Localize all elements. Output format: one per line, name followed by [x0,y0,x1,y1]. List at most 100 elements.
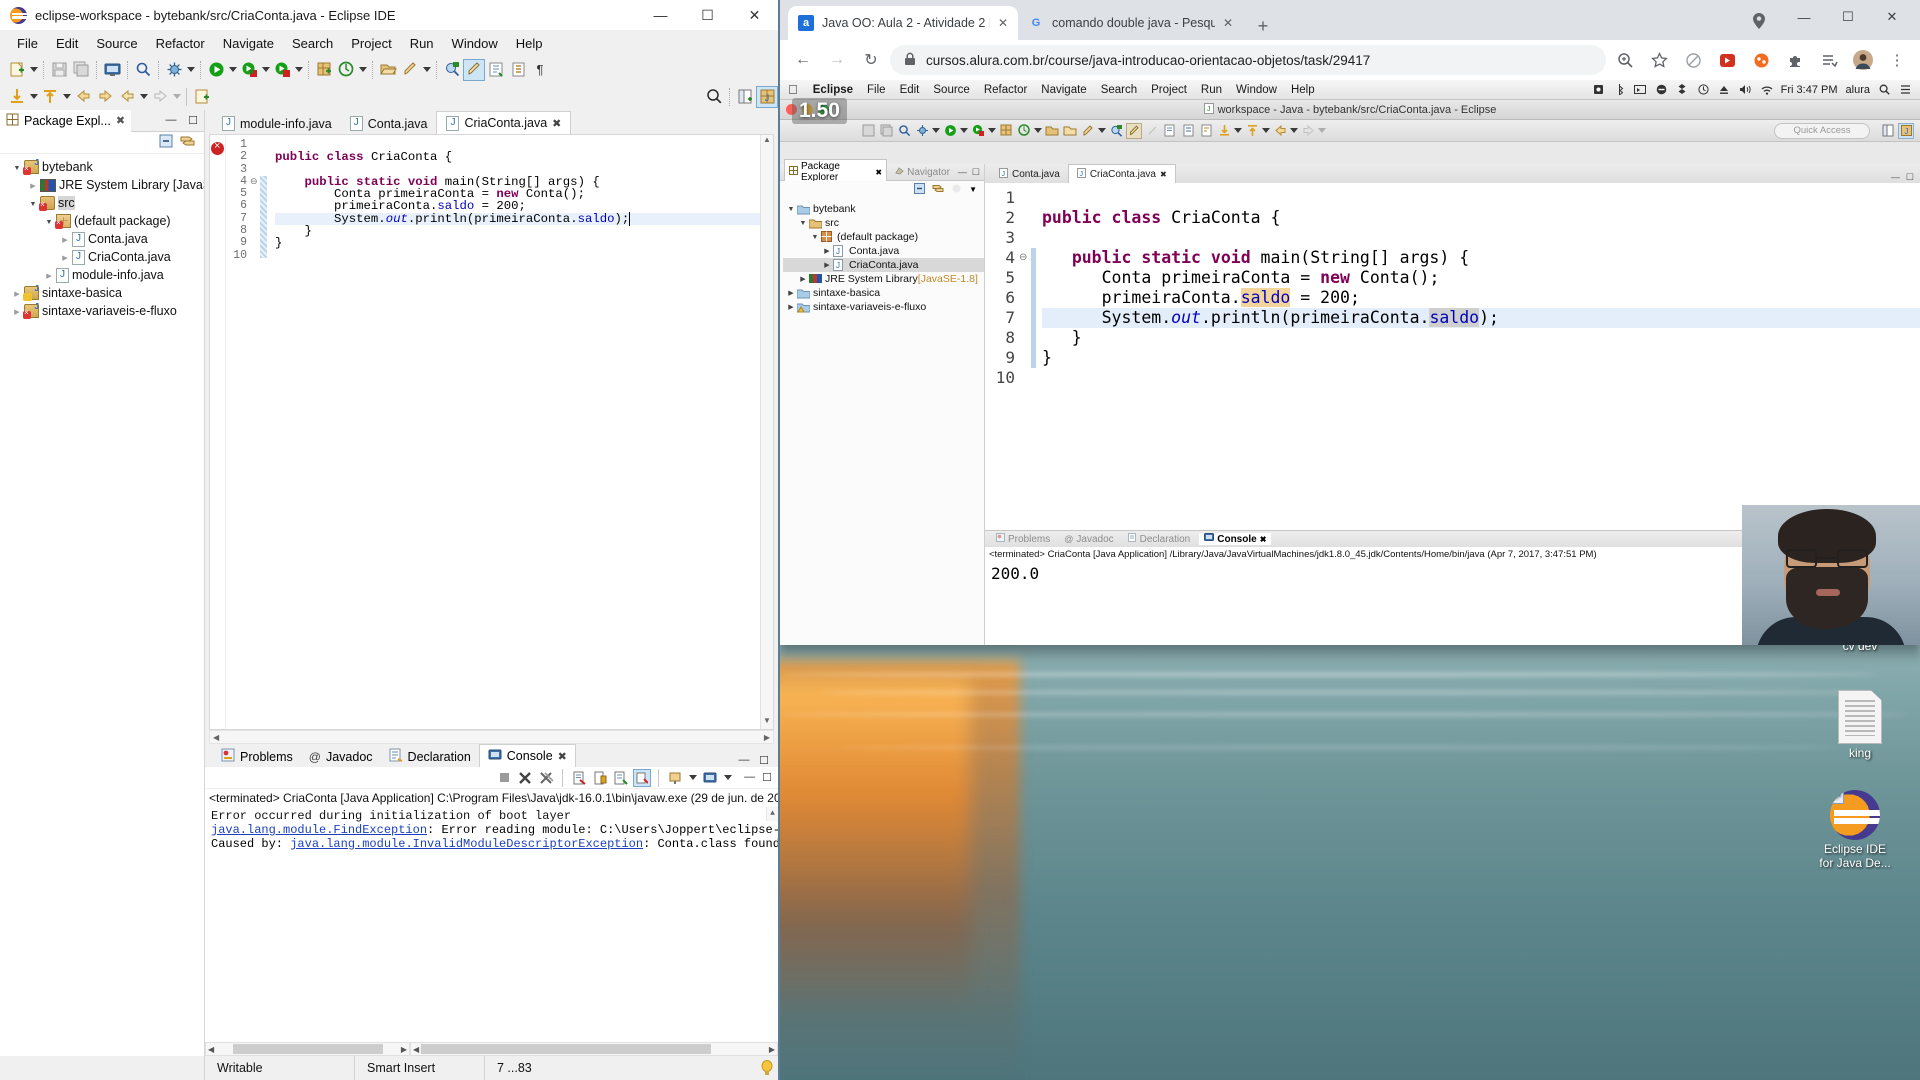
console-output[interactable]: Error occurred during initialization of … [205,807,778,1042]
chevron-right-icon[interactable] [821,261,833,269]
chevron-right-icon[interactable] [58,252,72,262]
scroll-right-icon[interactable]: ▶ [401,1045,407,1054]
menu-item-help[interactable]: Help [507,33,552,54]
mac-menu-source[interactable]: Source [926,84,976,96]
video-tab-criaconta-java[interactable]: J CriaConta.java ✖ [1067,164,1176,183]
eject-icon[interactable] [1718,83,1731,96]
webcam-overlay[interactable] [1742,505,1920,645]
tree-item-bytebank[interactable]: bytebank [0,158,204,176]
scroll-right-icon[interactable]: ▶ [769,1045,775,1054]
run-coverage-dropdown-icon[interactable] [293,59,304,81]
debug-dropdown-icon[interactable] [932,124,940,138]
chevron-right-icon[interactable] [785,289,797,297]
close-icon[interactable]: ✕ [1223,16,1233,30]
pin-console-dropdown-icon[interactable] [687,767,698,789]
notification-center-icon[interactable] [1899,83,1912,96]
new-package-icon[interactable] [998,123,1014,139]
run-external-dropdown-icon[interactable] [260,59,271,81]
mac-menu-project[interactable]: Project [1144,84,1194,96]
desktop-icon-eclipse-ide[interactable]: ↗ Eclipse IDE for Java De... [1800,790,1910,871]
next-annotation-icon[interactable] [485,59,507,81]
collapse-all-icon[interactable] [159,134,173,151]
package-explorer-tree[interactable]: bytebank JRE System Library [JavaS src (… [0,154,204,1056]
video-tab-navigator[interactable]: Navigator [891,165,954,179]
next-edit-icon[interactable] [149,86,171,108]
video-tree-item-criaconta-java[interactable]: J CriaConta.java [783,258,984,272]
close-icon[interactable]: ✖ [552,117,561,130]
tab-console[interactable]: Console ✖ [478,744,576,767]
run-external-tools-icon[interactable] [238,59,260,81]
forward-button[interactable]: → [822,45,852,75]
toggle-block-selection-icon[interactable] [507,59,529,81]
tree-item-src[interactable]: src [0,194,204,212]
quick-access-input[interactable]: Quick Access [1774,122,1870,139]
chevron-right-icon[interactable] [42,270,56,280]
folding-ruler[interactable]: ⊖ [250,135,260,729]
tab-javadoc[interactable]: @ Javadoc [301,746,381,767]
chevron-down-icon[interactable] [10,162,24,172]
chrome-menu-icon[interactable]: ⋮ [1882,45,1912,75]
tree-item-jre-system-library[interactable]: JRE System Library [JavaS [0,176,204,194]
stacktrace-link[interactable]: java.lang.module.FindException [211,823,427,837]
run-icon[interactable] [942,123,958,139]
step-into-icon[interactable] [6,86,28,108]
volume-icon[interactable] [1739,83,1752,96]
scroll-left-icon[interactable]: ◀ [213,733,219,742]
tab-conta-java[interactable]: Conta.java [340,113,437,134]
mac-menu-search[interactable]: Search [1094,84,1144,96]
step-into-dropdown-icon[interactable] [1234,124,1242,138]
fold-collapse-icon[interactable]: ⊖ [250,176,260,188]
window-titlebar[interactable]: eclipse-workspace - bytebank/src/CriaCon… [0,0,778,30]
step-into-dropdown-icon[interactable] [28,86,39,108]
chevron-right-icon[interactable] [10,288,24,298]
spotlight-search-icon[interactable] [1878,83,1891,96]
video-tab-problems[interactable]: Problems [991,533,1055,545]
stacktrace-link[interactable]: java.lang.module.InvalidModuleDescriptor… [290,837,643,851]
open-type-icon[interactable] [377,59,399,81]
forward-navigation-dropdown-icon[interactable] [1318,124,1326,138]
fold-collapse-icon[interactable]: ⊖ [1019,248,1031,268]
extension-puzzle-icon[interactable] [1780,45,1810,75]
scroll-up-icon[interactable]: ▲ [767,807,778,821]
minimize-editor-icon[interactable]: — [1891,172,1900,183]
minimize-view-icon[interactable]: — [734,754,754,767]
editor-vertical-scrollbar[interactable]: ▲ ▼ [760,135,773,729]
mac-menu-refactor[interactable]: Refactor [977,84,1034,96]
open-perspective-icon[interactable] [1880,123,1896,139]
chevron-right-icon[interactable] [821,247,833,255]
bottom-horizontal-scrollbars[interactable]: ◀ ▶ ◀ ▶ [205,1042,778,1056]
debug-dropdown-icon[interactable] [185,59,196,81]
open-task-dropdown-icon[interactable] [421,59,432,81]
menu-item-refactor[interactable]: Refactor [147,33,214,54]
step-into-icon[interactable] [1216,123,1232,139]
menu-item-search[interactable]: Search [283,33,342,54]
new-wizard-icon[interactable] [6,59,28,81]
chevron-right-icon[interactable] [26,180,40,190]
minimize-button[interactable]: — [637,0,684,30]
menu-item-file[interactable]: File [8,33,47,54]
mac-user[interactable]: alura [1846,84,1870,96]
extension-orange-icon[interactable] [1746,45,1776,75]
video-tree-item-bytebank[interactable]: bytebank [783,202,984,216]
show-whitespace-icon[interactable] [1144,123,1160,139]
video-package-explorer-tree[interactable]: bytebank src (default package) [780,197,984,645]
next-annotation-icon[interactable] [1162,123,1178,139]
save-all-icon[interactable] [878,123,894,139]
close-icon[interactable]: ✖ [1260,535,1267,544]
open-task-icon[interactable] [399,59,421,81]
tree-item-sintaxe-variaveis-e-fluxo[interactable]: sintaxe-variaveis-e-fluxo [0,302,204,320]
menu-item-window[interactable]: Window [443,33,507,54]
tree-item-conta-java[interactable]: Conta.java [0,230,204,248]
chevron-right-icon[interactable] [785,303,797,311]
menu-item-run[interactable]: Run [401,33,443,54]
tab-module-info-java[interactable]: module-info.java [213,113,341,134]
open-console-dropdown-icon[interactable] [722,767,733,789]
remove-launch-icon[interactable] [516,769,534,787]
console-vertical-scrollbar[interactable]: ▲ [766,807,778,821]
new-class-dropdown-icon[interactable] [357,59,368,81]
tree-horizontal-scrollbar[interactable]: ◀ ▶ [205,1042,410,1056]
video-tree-item-sintaxe-basica[interactable]: sintaxe-basica [783,286,984,300]
open-type-icon[interactable] [1044,123,1060,139]
open-task-icon[interactable] [1080,123,1096,139]
new-class-icon[interactable] [1016,123,1032,139]
